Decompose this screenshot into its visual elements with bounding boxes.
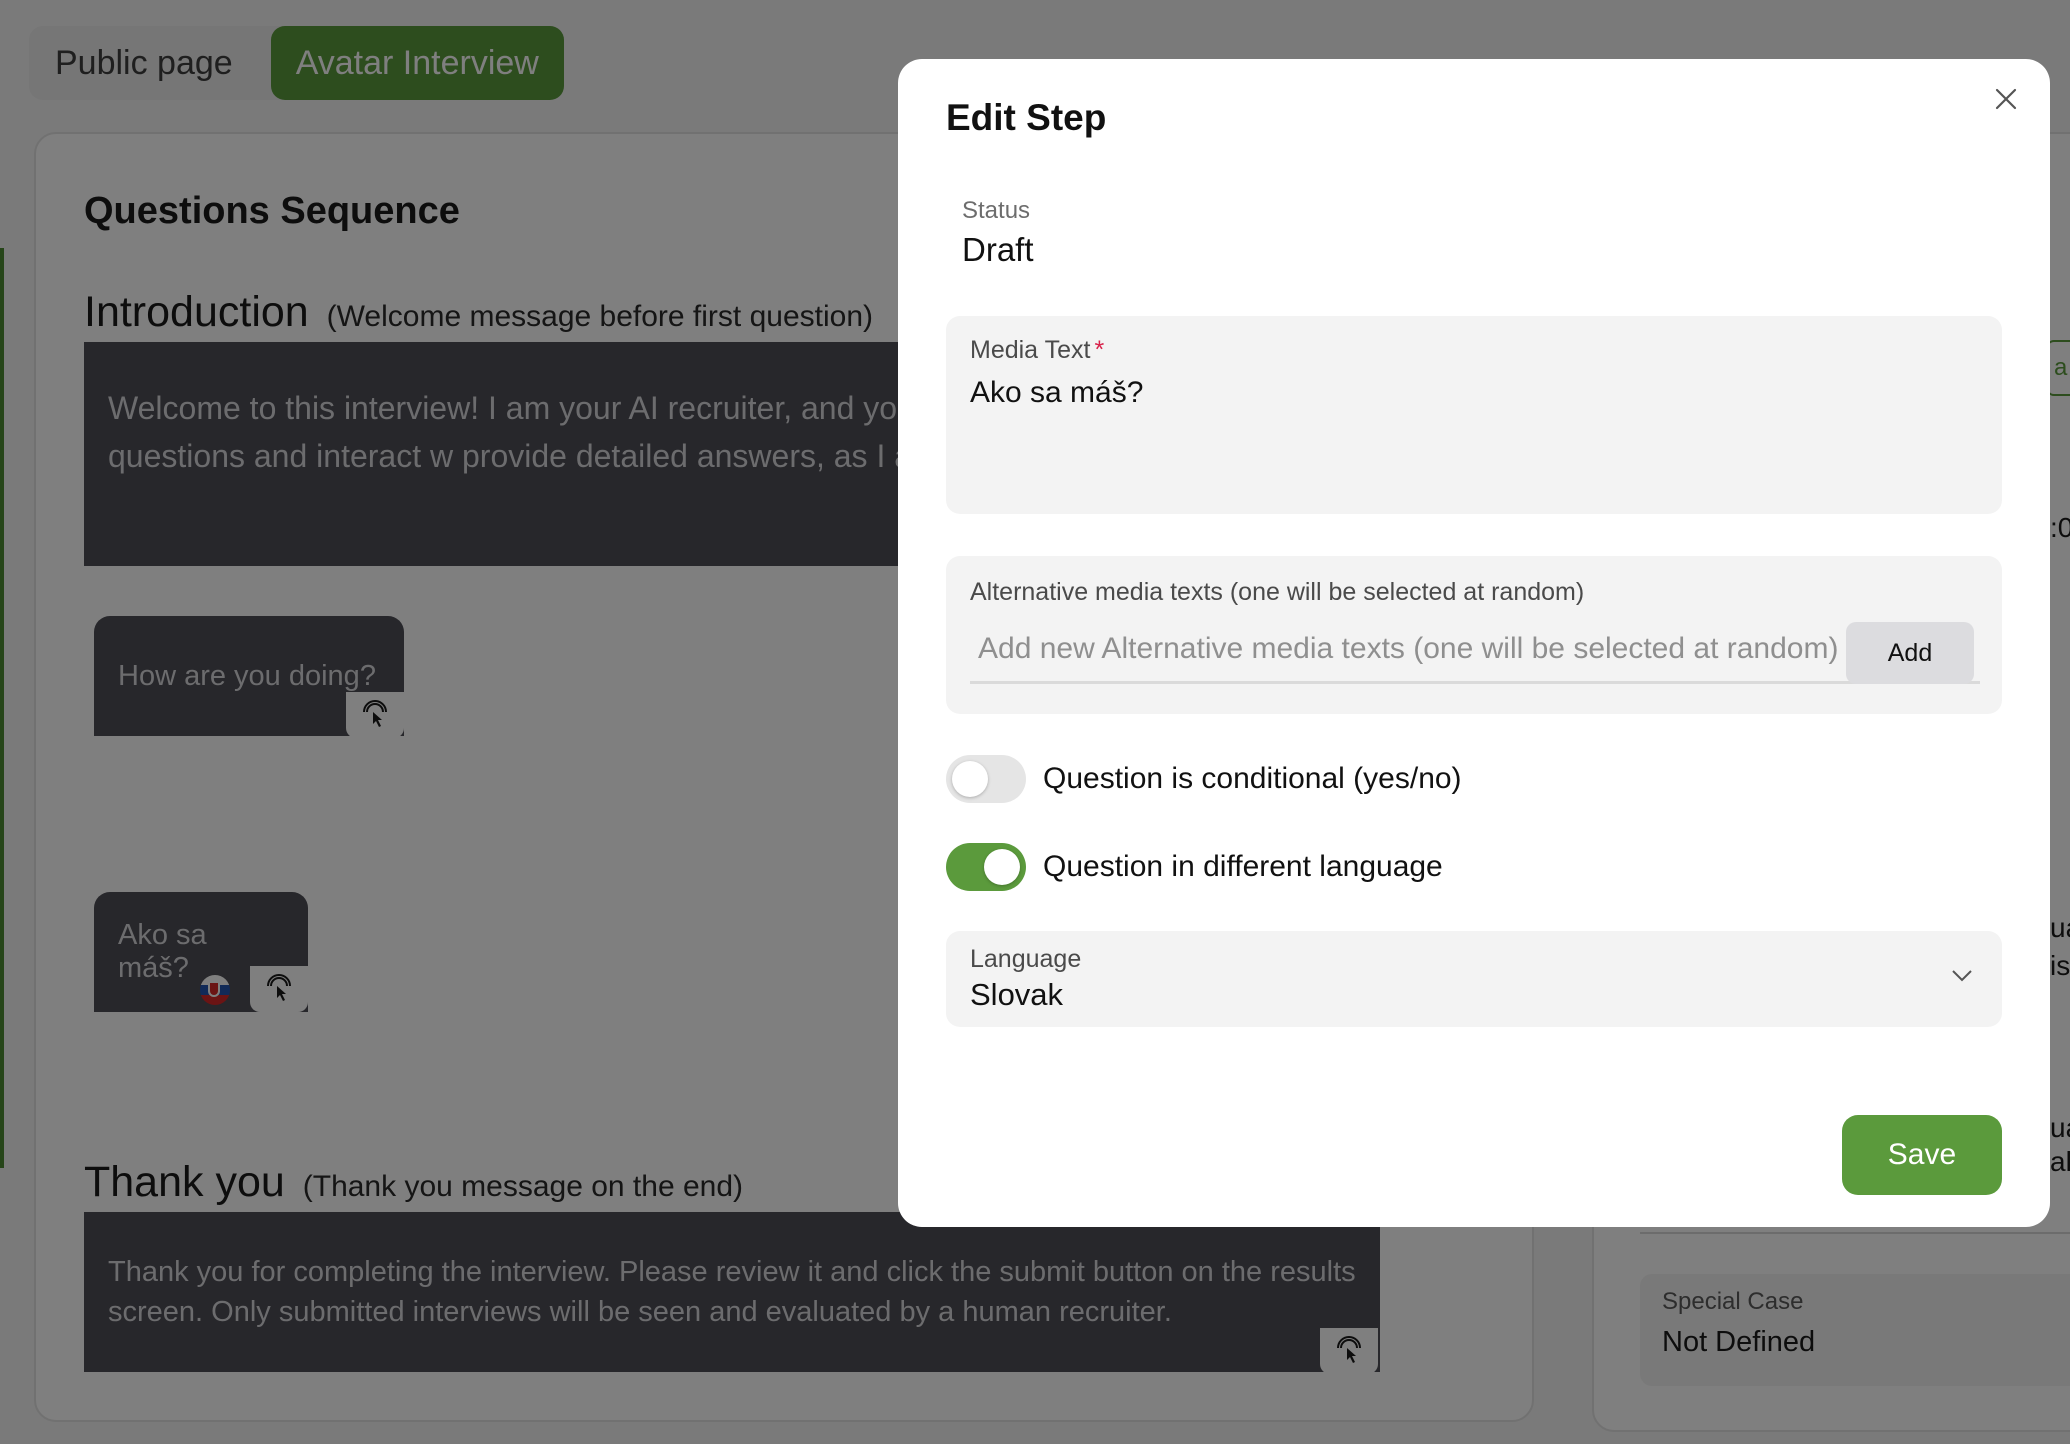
alternative-media-texts-label: Alternative media texts (one will be sel…: [970, 578, 1585, 606]
conditional-toggle[interactable]: [946, 755, 1026, 803]
edit-step-modal: Edit Step Status Draft Media Text * Ako s…: [898, 59, 2050, 1227]
alternative-media-texts-field: Alternative media texts (one will be sel…: [946, 556, 2002, 714]
close-button[interactable]: [1984, 77, 2028, 121]
save-button[interactable]: Save: [1842, 1115, 2002, 1195]
conditional-toggle-row: Question is conditional (yes/no): [946, 755, 1462, 803]
status-value: Draft: [962, 231, 1034, 268]
close-icon: [1995, 88, 2017, 110]
language-label: Language: [970, 945, 1082, 973]
alternative-media-text-placeholder: Add new Alternative media texts (one wil…: [978, 632, 1839, 665]
conditional-toggle-label: Question is conditional (yes/no): [1043, 762, 1462, 795]
modal-title: Edit Step: [946, 97, 1107, 138]
status-label: Status: [962, 197, 1031, 224]
different-language-toggle-row: Question in different language: [946, 843, 1443, 891]
different-language-toggle[interactable]: [946, 843, 1026, 891]
required-marker: *: [1094, 336, 1105, 364]
language-select[interactable]: Language Slovak: [946, 931, 2002, 1027]
media-text-value[interactable]: Ako sa máš?: [970, 376, 1143, 410]
chevron-down-icon: [1952, 970, 1972, 982]
media-text-field[interactable]: Media Text * Ako sa máš?: [946, 316, 2002, 514]
add-alternative-button[interactable]: Add: [1846, 622, 1974, 684]
language-value: Slovak: [970, 977, 1064, 1012]
different-language-toggle-label: Question in different language: [1043, 850, 1443, 883]
media-text-label: Media Text *: [970, 336, 1105, 364]
alternative-media-text-input[interactable]: Add new Alternative media texts (one wil…: [970, 618, 1980, 684]
